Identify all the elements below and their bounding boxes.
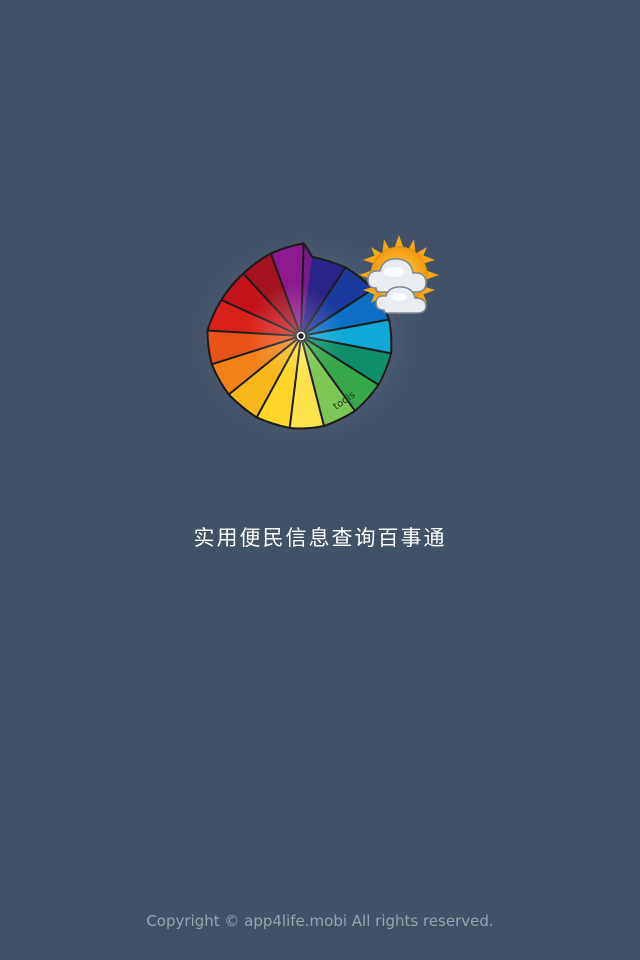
- app-tagline: 实用便民信息查询百事通: [193, 526, 447, 550]
- copyright-text: Copyright © app4life.mobi All rights res…: [146, 912, 494, 930]
- splash-screen: tools 实用便民信息查询百事通 Copyright © app4life.m…: [0, 0, 640, 960]
- app-logo: tools: [170, 200, 460, 500]
